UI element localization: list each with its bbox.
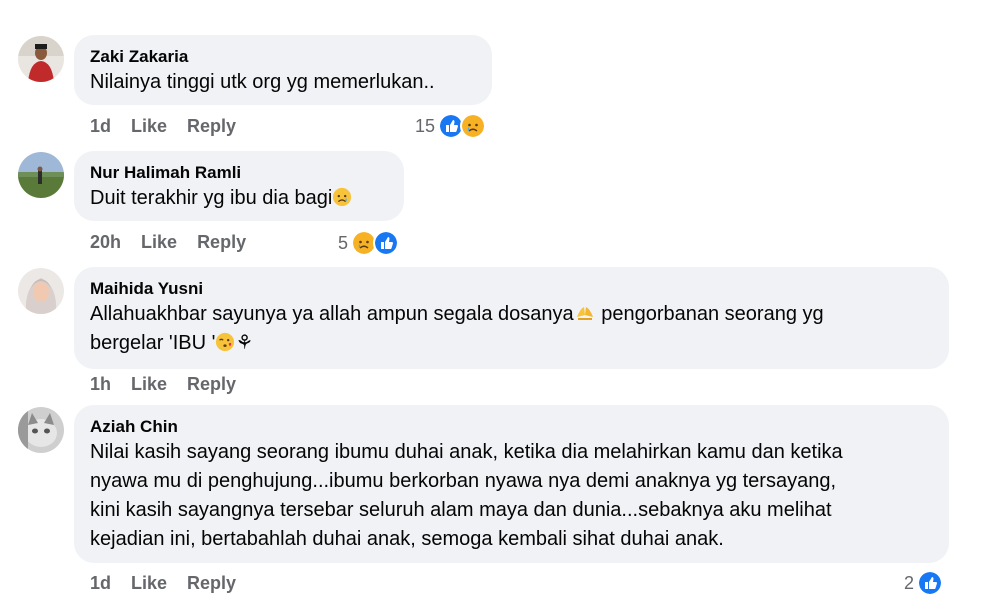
reaction-summary[interactable]: 15	[415, 113, 487, 139]
reply-button[interactable]: Reply	[197, 232, 246, 253]
like-button[interactable]: Like	[131, 573, 167, 594]
reaction-summary[interactable]: 2	[904, 570, 944, 596]
comment-actions: 1d Like Reply	[90, 116, 236, 137]
kiss-face-emoji-icon	[216, 332, 235, 352]
comment-actions: 1h Like Reply	[90, 374, 236, 395]
reply-button[interactable]: Reply	[187, 573, 236, 594]
comment-text-line: Allahuakhbar sayunya ya allah ampun sega…	[90, 300, 933, 329]
comment-text: pengorbanan seorang yg	[595, 303, 824, 325]
avatar[interactable]	[18, 152, 64, 198]
reaction-count: 5	[338, 232, 349, 253]
comment-actions: 20h Like Reply	[90, 232, 246, 253]
comment-text: nyawa mu di penghujung...ibumu berkorban…	[90, 470, 837, 492]
rose-glyph: ⚘	[235, 332, 254, 354]
comment-bubble: Aziah Chin Nilai kasih sayang seorang ib…	[74, 405, 949, 563]
comment-author[interactable]: Nur Halimah Ramli	[90, 162, 388, 184]
comment-bubble: Nur Halimah Ramli Duit terakhir yg ibu d…	[74, 151, 404, 221]
comment-text: Nilainya tinggi utk org yg memerlukan..	[90, 71, 435, 93]
reaction-summary[interactable]: 5	[338, 230, 400, 256]
comment-text: Nilai kasih sayang seorang ibumu duhai a…	[90, 441, 843, 463]
sad-reaction-icon	[460, 113, 487, 139]
comment-author[interactable]: Aziah Chin	[90, 416, 933, 438]
like-reaction-icon	[917, 570, 944, 596]
comment-author[interactable]: Zaki Zakaria	[90, 46, 476, 68]
comment-text: kejadian ini, bertabahlah duhai anak, se…	[90, 528, 724, 550]
reply-button[interactable]: Reply	[187, 374, 236, 395]
comment-bubble: Zaki Zakaria Nilainya tinggi utk org yg …	[74, 35, 492, 105]
like-reaction-icon	[373, 230, 400, 256]
comment-text-line: Duit terakhir yg ibu dia bagi	[90, 184, 388, 213]
reply-button[interactable]: Reply	[187, 116, 236, 137]
comment-text: bergelar 'IBU '	[90, 332, 216, 354]
reaction-count: 15	[415, 115, 436, 136]
comment-time[interactable]: 1d	[90, 573, 111, 594]
avatar[interactable]	[18, 407, 64, 453]
comment-time[interactable]: 20h	[90, 232, 121, 253]
comment-text-line: bergelar 'IBU ' ⚘	[90, 329, 933, 358]
avatar[interactable]	[18, 268, 64, 314]
comment-author[interactable]: Maihida Yusni	[90, 278, 933, 300]
like-button[interactable]: Like	[141, 232, 177, 253]
avatar[interactable]	[18, 36, 64, 82]
comment-text: Allahuakhbar sayunya ya allah ampun sega…	[90, 303, 574, 325]
comment-time[interactable]: 1d	[90, 116, 111, 137]
comment-text: kini kasih sayangnya tersebar seluruh al…	[90, 499, 832, 521]
comment-bubble: Maihida Yusni Allahuakhbar sayunya ya al…	[74, 267, 949, 369]
comment-text: Duit terakhir yg ibu dia bagi	[90, 187, 333, 209]
like-button[interactable]: Like	[131, 374, 167, 395]
comment-time[interactable]: 1h	[90, 374, 111, 395]
like-button[interactable]: Like	[131, 116, 167, 137]
comment-actions: 1d Like Reply	[90, 573, 236, 594]
praying-hands-emoji-icon	[576, 307, 593, 320]
sad-face-emoji-icon	[333, 187, 352, 207]
reaction-count: 2	[904, 572, 915, 593]
